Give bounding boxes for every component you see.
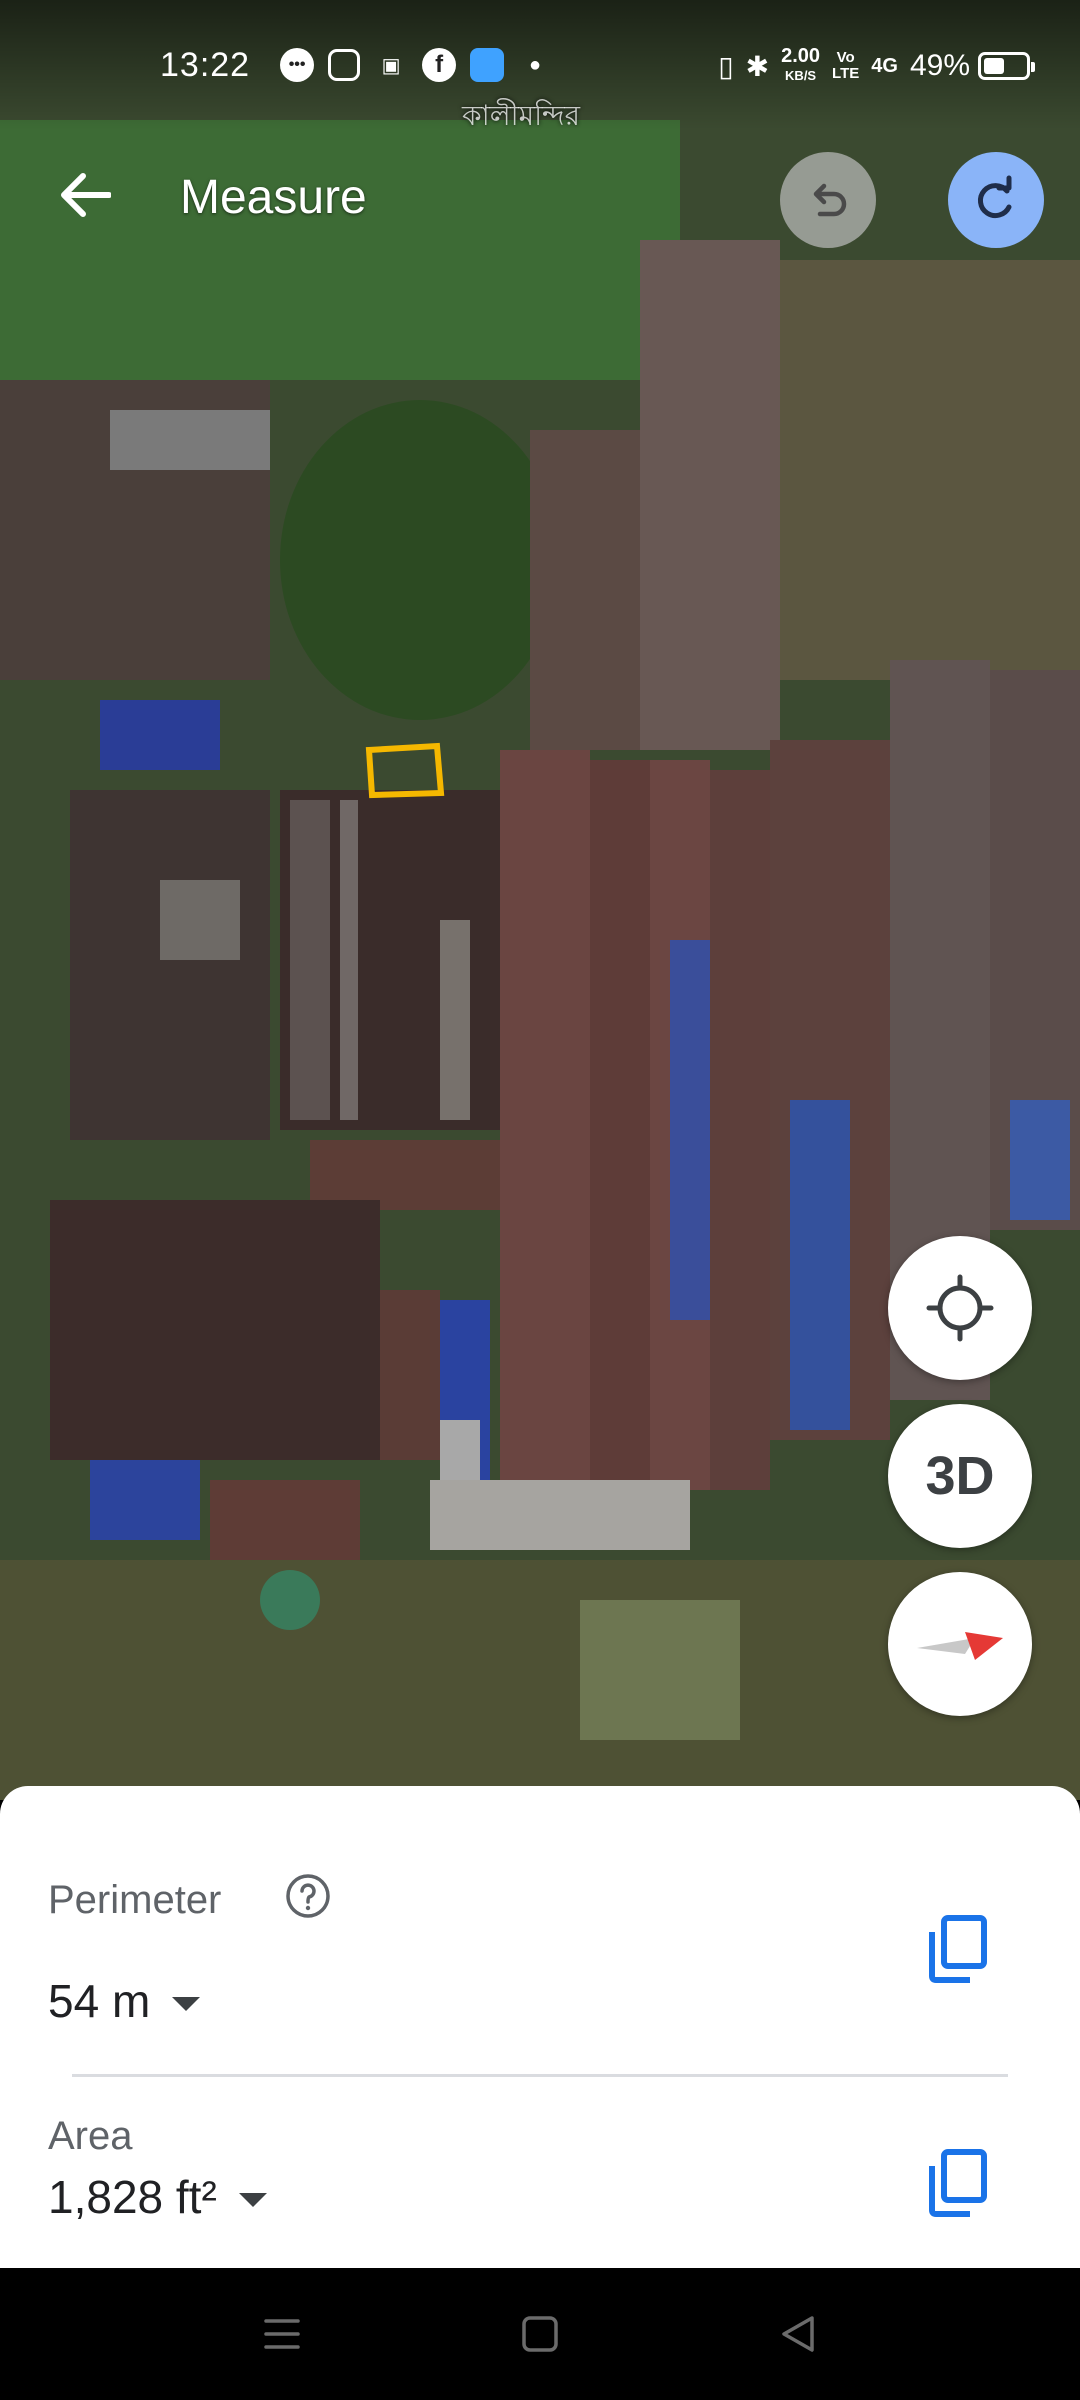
undo-button[interactable] <box>780 152 876 248</box>
facebook-icon: f <box>422 48 457 82</box>
battery-icon <box>978 52 1035 80</box>
dot-icon: ● <box>529 53 542 76</box>
nav-recents-button[interactable] <box>252 2306 312 2362</box>
media-icon: ▣ <box>381 54 401 77</box>
page-title: Measure <box>180 171 367 224</box>
chat-icon: ••• <box>280 48 315 82</box>
instagram-icon <box>328 49 361 81</box>
net-speed-unit: KB/S <box>785 68 817 83</box>
menu-icon <box>264 2319 300 2349</box>
chevron-down-icon <box>238 2193 267 2207</box>
nav-home-button[interactable] <box>510 2306 570 2362</box>
copy-icon <box>929 1915 987 1983</box>
copy-icon <box>929 2149 987 2217</box>
nav-back-button[interactable] <box>768 2306 828 2362</box>
system-status: ▯ ✱ 2.00 KB/S Vo LTE 4G 49% <box>718 46 1035 86</box>
signal-4g: 4G <box>871 54 898 77</box>
notification-icons: ••• ▣ f ● <box>280 48 552 82</box>
map-place-label: কালীমন্দির <box>462 100 581 131</box>
perimeter-label: Perimeter <box>48 1878 222 1922</box>
area-label: Area <box>48 2114 133 2158</box>
measurement-sheet: Perimeter 54 m Area 1,828 ft² <box>0 1786 1080 2268</box>
my-location-button[interactable] <box>888 1236 1032 1380</box>
system-navigation-bar <box>0 2268 1080 2400</box>
vibrate-icon: ▯ <box>718 50 734 82</box>
network-speed: 2.00 KB/S <box>781 46 820 86</box>
redo-button[interactable] <box>948 152 1044 248</box>
3d-toggle-button[interactable]: 3D <box>888 1404 1032 1548</box>
status-time: 13:22 <box>160 45 251 84</box>
compass-icon <box>917 1632 1003 1660</box>
my-location-icon <box>926 1274 994 1342</box>
undo-icon <box>813 183 847 217</box>
compass-button[interactable] <box>888 1572 1032 1716</box>
perimeter-value: 54 m <box>48 1975 151 2027</box>
battery-fill <box>984 58 1004 74</box>
area-unit-dropdown[interactable]: 1,828 ft² <box>48 2170 267 2224</box>
arrow-left-icon <box>61 173 111 217</box>
back-triangle-icon <box>782 2316 814 2352</box>
back-button[interactable] <box>50 160 120 230</box>
home-square-icon <box>522 2316 558 2352</box>
battery-indicator: 49% <box>909 49 1035 83</box>
redo-icon <box>978 175 1012 219</box>
app-icon <box>470 48 505 82</box>
chevron-down-icon <box>172 1997 201 2011</box>
perimeter-unit-dropdown[interactable]: 54 m <box>48 1974 201 2028</box>
area-value: 1,828 ft² <box>48 2171 217 2223</box>
divider <box>72 2074 1008 2077</box>
battery-percent: 49% <box>909 49 970 82</box>
copy-perimeter-button[interactable] <box>926 1914 990 1984</box>
net-speed-value: 2.00 <box>781 45 821 67</box>
volte-indicator: Vo LTE <box>832 49 860 82</box>
help-circle-icon[interactable] <box>284 1872 332 1920</box>
bluetooth-icon: ✱ <box>745 50 770 82</box>
copy-area-button[interactable] <box>926 2148 990 2218</box>
